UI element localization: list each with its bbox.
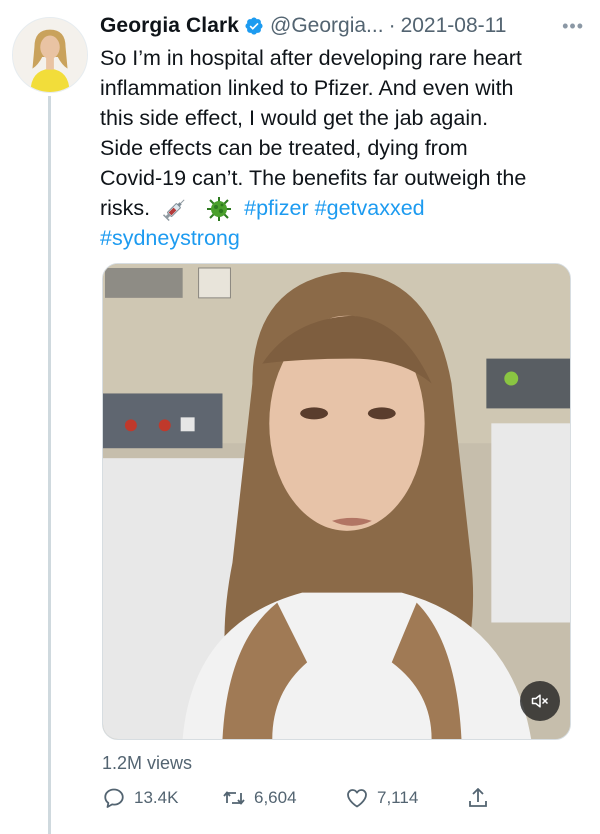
share-button[interactable]: [466, 786, 490, 810]
speaker-muted-icon: [531, 694, 549, 708]
tweet-text-risks: risks.: [100, 196, 151, 220]
tweet-header: Georgia Clark @Georgia... · 2021-08-11 •…: [100, 10, 590, 42]
tweet-text-line: #sydneystrong: [100, 223, 586, 253]
avatar[interactable]: [12, 17, 88, 93]
heart-icon: [347, 789, 367, 808]
video-player[interactable]: [102, 263, 571, 740]
author-handle[interactable]: @Georgia...: [270, 14, 384, 38]
header-separator: ·: [388, 14, 396, 37]
syringe-emoji: [163, 199, 185, 222]
tweet-date[interactable]: 2021-08-11: [401, 14, 507, 38]
reply-button[interactable]: 13.4K: [102, 786, 178, 810]
avatar-image: [13, 18, 87, 92]
video-frame: [103, 264, 570, 739]
hashtag-link[interactable]: #pfizer: [244, 196, 309, 220]
more-options-icon[interactable]: •••: [562, 16, 584, 37]
reply-count: 13.4K: [134, 788, 179, 807]
verified-badge-icon: [245, 17, 263, 35]
author-name[interactable]: Georgia Clark: [100, 14, 239, 38]
hashtag-link[interactable]: #sydneystrong: [100, 226, 240, 250]
tweet-actions: 13.4K 6,604 7,114: [102, 786, 522, 814]
like-button[interactable]: 7,114: [345, 786, 418, 810]
hashtag-link[interactable]: #getvaxxed: [315, 196, 425, 220]
tweet-text-line: Covid-19 can’t. The benefits far outweig…: [100, 166, 527, 190]
tweet-text-line: inflammation linked to Pfizer. And even …: [100, 76, 514, 100]
tweet-text-line: So I’m in hospital after developing rare…: [100, 46, 522, 70]
tweet-text: So I’m in hospital after developing rare…: [100, 43, 586, 253]
microbe-emoji: [207, 197, 232, 222]
mute-button[interactable]: [520, 681, 560, 721]
share-upload-icon: [469, 788, 487, 807]
speech-bubble-icon: [104, 788, 124, 808]
tweet-text-line: this side effect, I would get the jab ag…: [100, 106, 489, 130]
retweet-arrows-icon: [223, 791, 245, 805]
retweet-button[interactable]: 6,604: [222, 786, 297, 810]
view-count: 1.2M views: [102, 753, 193, 773]
tweet-text-line-with-hashtags: risks. #pfizer #getvaxxed: [100, 193, 586, 223]
tweet-text-line: Side effects can be treated, dying from: [100, 136, 468, 160]
retweet-count: 6,604: [254, 788, 297, 807]
like-count: 7,114: [377, 788, 419, 807]
thread-line: [48, 96, 51, 834]
